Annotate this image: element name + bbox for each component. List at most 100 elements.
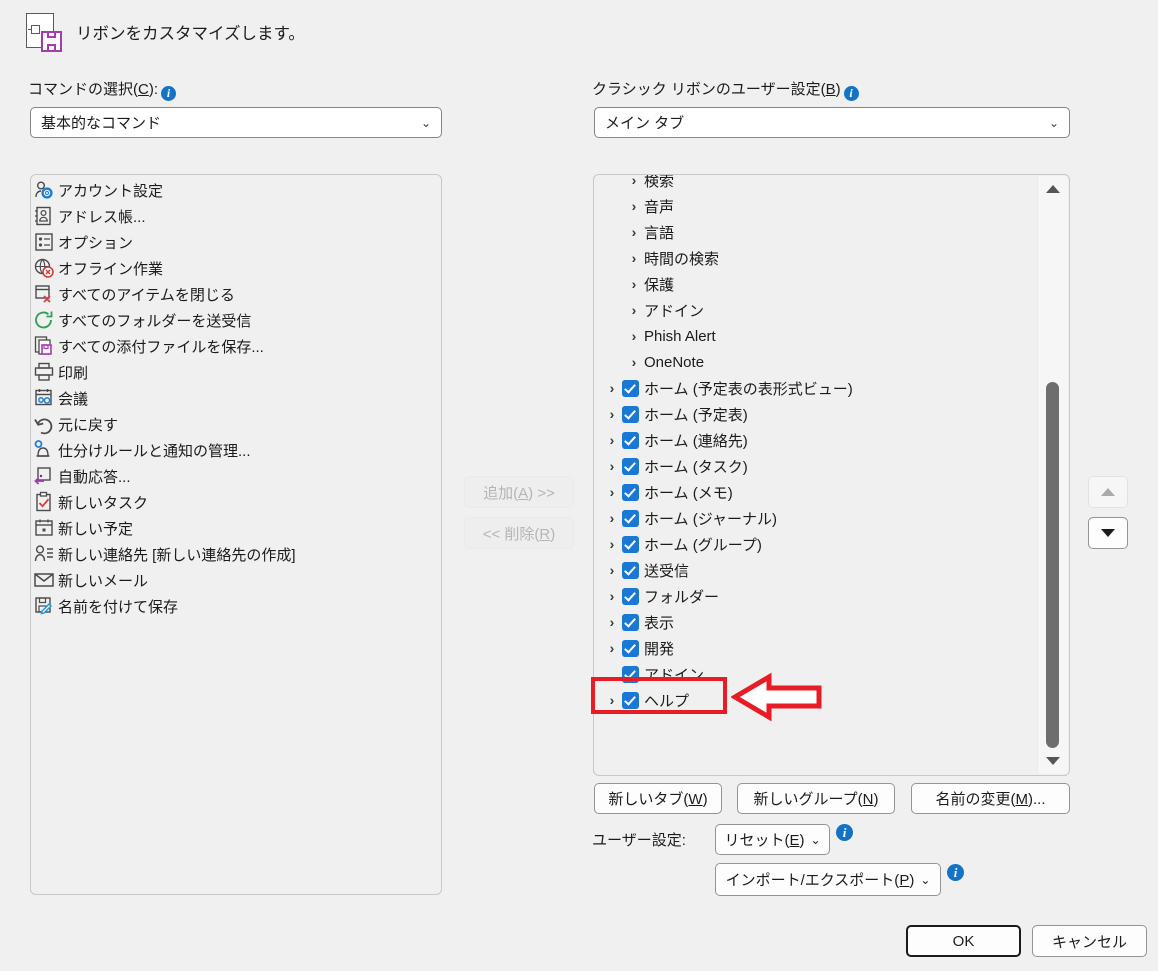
tree-item[interactable]: › 言語 xyxy=(602,219,1069,245)
command-list-item[interactable]: 印刷 xyxy=(31,359,441,385)
info-icon-customize-ribbon[interactable]: i xyxy=(843,86,859,101)
cancel-button[interactable]: キャンセル xyxy=(1032,925,1147,957)
tree-item[interactable]: › OneNote xyxy=(602,349,1069,375)
info-icon-reset[interactable]: i xyxy=(836,824,853,841)
tree-item-checkbox[interactable] xyxy=(622,483,639,501)
chevron-right-icon[interactable]: › xyxy=(624,224,644,240)
tree-item[interactable]: › ヘルプ xyxy=(602,687,1069,713)
tree-item-checkbox[interactable] xyxy=(622,509,639,527)
chevron-right-icon[interactable]: › xyxy=(624,276,644,292)
command-list-item-label: アカウント設定 xyxy=(58,182,164,200)
chevron-right-icon[interactable]: › xyxy=(602,432,622,448)
command-list-item[interactable]: オフライン作業 xyxy=(31,255,441,281)
ribbon-tree-listbox[interactable]: › 検索 › 音声 › 言語 › 時間の検索 › 保護 › アドイン › Phish Alert › OneN… xyxy=(593,174,1070,776)
chevron-right-icon[interactable]: › xyxy=(602,640,622,656)
tree-item-highlighted[interactable]: › 開発 xyxy=(602,635,1069,661)
tree-item[interactable]: › ホーム (ジャーナル) xyxy=(602,505,1069,531)
command-list-item-label: 名前を付けて保存 xyxy=(58,598,179,616)
chevron-right-icon[interactable]: › xyxy=(602,692,622,708)
command-list-item[interactable]: 新しいタスク xyxy=(31,489,441,515)
tree-item-checkbox[interactable] xyxy=(622,613,639,631)
tree-item-label: 音声 xyxy=(644,198,675,216)
tree-item-checkbox[interactable] xyxy=(622,431,639,449)
move-up-button[interactable] xyxy=(1088,476,1128,508)
chevron-right-icon[interactable]: › xyxy=(602,562,622,578)
scroll-down-arrow[interactable] xyxy=(1038,750,1068,772)
tree-item-checkbox[interactable] xyxy=(622,639,639,657)
tree-item[interactable]: › ホーム (連絡先) xyxy=(602,427,1069,453)
chevron-right-icon[interactable]: › xyxy=(624,250,644,266)
chevron-right-icon[interactable]: › xyxy=(602,536,622,552)
command-list-item[interactable]: 自動応答... xyxy=(31,463,441,489)
command-list-item[interactable]: 名前を付けて保存 xyxy=(31,593,441,619)
command-list-item[interactable]: オプション xyxy=(31,229,441,255)
chevron-right-icon[interactable]: › xyxy=(602,484,622,500)
info-icon-choose-commands[interactable]: i xyxy=(161,86,177,101)
tree-item[interactable]: › 保護 xyxy=(602,271,1069,297)
tree-item[interactable]: › ホーム (予定表の表形式ビュー) xyxy=(602,375,1069,401)
tree-item-checkbox[interactable] xyxy=(622,405,639,423)
chevron-right-icon[interactable]: › xyxy=(602,510,622,526)
chevron-right-icon[interactable]: › xyxy=(624,198,644,214)
tree-item[interactable]: › ホーム (メモ) xyxy=(602,479,1069,505)
tree-item[interactable]: › 送受信 xyxy=(602,557,1069,583)
command-list-item[interactable]: アドレス帳... xyxy=(31,203,441,229)
scroll-up-arrow[interactable] xyxy=(1038,178,1068,200)
tree-item-checkbox[interactable] xyxy=(622,457,639,475)
remove-button[interactable]: << 削除(R) xyxy=(464,517,574,549)
move-down-button[interactable] xyxy=(1088,517,1128,549)
tree-item[interactable]: › ホーム (予定表) xyxy=(602,401,1069,427)
tree-vertical-scrollbar[interactable] xyxy=(1037,176,1068,774)
tree-item[interactable]: › 表示 xyxy=(602,609,1069,635)
command-list-item[interactable]: アカウント設定 xyxy=(31,177,441,203)
import-export-button[interactable]: インポート/エクスポート(P) ⌄ xyxy=(715,863,941,896)
new-group-button[interactable]: 新しいグループ(N) xyxy=(737,783,895,814)
chevron-right-icon[interactable]: › xyxy=(624,175,644,188)
tree-item[interactable]: › フォルダー xyxy=(602,583,1069,609)
tree-item[interactable]: › ホーム (グループ) xyxy=(602,531,1069,557)
rename-button[interactable]: 名前の変更(M)... xyxy=(911,783,1070,814)
ok-button[interactable]: OK xyxy=(906,925,1021,957)
command-list-item[interactable]: 新しい連絡先 [新しい連絡先の作成] xyxy=(31,541,441,567)
command-list-item[interactable]: 新しいメール xyxy=(31,567,441,593)
tree-item-checkbox[interactable] xyxy=(622,587,639,605)
chevron-right-icon[interactable]: › xyxy=(602,406,622,422)
chevron-right-icon[interactable]: › xyxy=(602,614,622,630)
tree-item-label: ホーム (グループ) xyxy=(644,536,762,554)
chevron-right-icon[interactable]: › xyxy=(624,328,644,344)
choose-commands-dropdown[interactable]: 基本的なコマンド ⌄ xyxy=(30,107,442,138)
tree-item[interactable]: ›アドイン xyxy=(602,297,1069,323)
tree-item-checkbox[interactable] xyxy=(622,691,639,709)
chevron-down-icon: ⌄ xyxy=(920,872,931,887)
command-list-item[interactable]: 会議 xyxy=(31,385,441,411)
tree-item[interactable]: › 音声 xyxy=(602,193,1069,219)
scrollbar-thumb[interactable] xyxy=(1046,382,1059,748)
command-list-item[interactable]: すべての添付ファイルを保存... xyxy=(31,333,441,359)
chevron-right-icon[interactable]: › xyxy=(624,302,644,318)
reset-button[interactable]: リセット(E) ⌄ xyxy=(715,824,830,855)
chevron-right-icon[interactable]: › xyxy=(602,380,622,396)
command-list-item[interactable]: すべてのフォルダーを送受信 xyxy=(31,307,441,333)
command-list-item[interactable]: 新しい予定 xyxy=(31,515,441,541)
tree-item-checkbox[interactable] xyxy=(622,379,639,397)
chevron-right-icon[interactable]: › xyxy=(602,588,622,604)
tree-item[interactable]: › 検索 xyxy=(602,175,1069,193)
new-tab-button[interactable]: 新しいタブ(W) xyxy=(594,783,722,814)
command-list-item[interactable]: 元に戻す xyxy=(31,411,441,437)
commands-listbox[interactable]: アカウント設定アドレス帳... オプション オフライン作業 すべてのアイテムを閉じるす… xyxy=(30,174,442,895)
chevron-right-icon[interactable]: › xyxy=(624,354,644,370)
add-button[interactable]: 追加(A) >> xyxy=(464,476,574,508)
tree-item-checkbox[interactable] xyxy=(622,561,639,579)
command-list-item[interactable]: 仕分けルールと通知の管理... xyxy=(31,437,441,463)
tree-item[interactable]: › Phish Alert xyxy=(602,323,1069,349)
customize-ribbon-dropdown[interactable]: メイン タブ ⌄ xyxy=(594,107,1070,138)
command-list-item-label: 新しいタスク xyxy=(58,494,149,512)
info-icon-import-export[interactable]: i xyxy=(947,864,964,881)
tree-item-checkbox[interactable] xyxy=(622,535,639,553)
tree-item[interactable]: › 時間の検索 xyxy=(602,245,1069,271)
command-list-item[interactable]: すべてのアイテムを閉じる xyxy=(31,281,441,307)
tree-item[interactable]: ›アドイン xyxy=(602,661,1069,687)
chevron-right-icon[interactable]: › xyxy=(602,458,622,474)
tree-item[interactable]: › ホーム (タスク) xyxy=(602,453,1069,479)
tree-item-checkbox[interactable] xyxy=(622,665,639,683)
